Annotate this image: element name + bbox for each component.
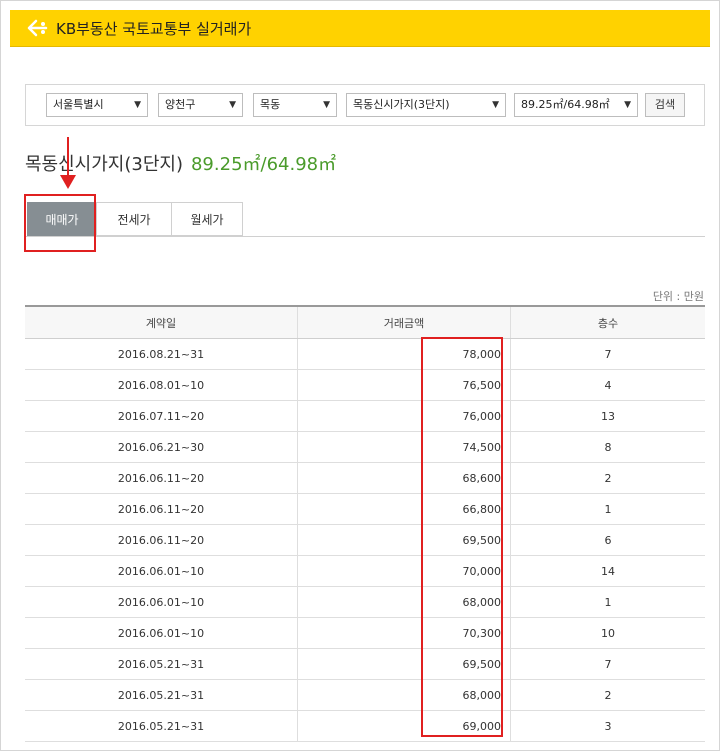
row-floor: 4 (510, 369, 705, 401)
row-date: 2016.07.11~20 (25, 400, 298, 432)
row-floor: 7 (510, 648, 705, 680)
table-row: 2016.05.21~31 69,500 7 (25, 648, 705, 680)
table-header-row: 계약일 거래금액 층수 (25, 305, 705, 339)
table-row: 2016.05.21~31 69,000 3 (25, 710, 705, 742)
city-select[interactable]: 서울특별시 ▼ (46, 93, 148, 117)
row-date: 2016.05.21~31 (25, 679, 298, 711)
dong-select[interactable]: 목동 ▼ (253, 93, 337, 117)
annotation-arrow (67, 137, 69, 177)
table-row: 2016.06.01~10 70,000 14 (25, 555, 705, 587)
table-row: 2016.06.11~20 69,500 6 (25, 524, 705, 556)
page-title: 목동신시가지(3단지) 89.25㎡/64.98㎡ (25, 150, 336, 176)
chevron-down-icon: ▼ (624, 100, 631, 110)
row-date: 2016.06.11~20 (25, 462, 298, 494)
row-floor: 6 (510, 524, 705, 556)
chevron-down-icon: ▼ (134, 100, 141, 110)
table-row: 2016.08.21~31 78,000 7 (25, 338, 705, 370)
row-floor: 13 (510, 400, 705, 432)
table-row: 2016.07.11~20 76,000 13 (25, 400, 705, 432)
complex-name: 목동신시가지(3단지) (25, 154, 183, 175)
row-floor: 7 (510, 338, 705, 370)
row-floor: 2 (510, 462, 705, 494)
row-date: 2016.06.21~30 (25, 431, 298, 463)
row-date: 2016.06.01~10 (25, 555, 298, 587)
annotation-highlight-tab (24, 194, 96, 252)
column-header-floor: 층수 (510, 305, 705, 339)
area-select[interactable]: 89.25㎡/64.98㎡ ▼ (514, 93, 638, 117)
row-date: 2016.08.21~31 (25, 338, 298, 370)
row-date: 2016.06.11~20 (25, 524, 298, 556)
row-date: 2016.08.01~10 (25, 369, 298, 401)
table-row: 2016.06.11~20 68,600 2 (25, 462, 705, 494)
row-date: 2016.06.01~10 (25, 617, 298, 649)
unit-note: 단위 : 만원 (652, 290, 704, 303)
table-row: 2016.08.01~10 76,500 4 (25, 369, 705, 401)
row-floor: 10 (510, 617, 705, 649)
row-floor: 14 (510, 555, 705, 587)
header-bar: KB부동산 국토교통부 실거래가 (10, 10, 710, 47)
transaction-table: 계약일 거래금액 층수 2016.08.21~31 78,000 7 2016.08.… (25, 305, 705, 742)
chevron-down-icon: ▼ (229, 100, 236, 110)
table-row: 2016.05.21~31 68,000 2 (25, 679, 705, 711)
table-row: 2016.06.01~10 68,000 1 (25, 586, 705, 618)
kb-logo-icon (27, 19, 48, 37)
row-floor: 2 (510, 679, 705, 711)
district-select-value: 양천구 (165, 98, 196, 111)
tab-monthly-rent[interactable]: 월세가 (171, 202, 243, 236)
row-date: 2016.06.01~10 (25, 586, 298, 618)
complex-select-value: 목동신시가지(3단지) (353, 98, 450, 111)
column-header-date: 계약일 (25, 305, 298, 339)
table-row: 2016.06.11~20 66,800 1 (25, 493, 705, 525)
row-floor: 1 (510, 493, 705, 525)
row-date: 2016.06.11~20 (25, 493, 298, 525)
area-label: 89.25㎡/64.98㎡ (190, 154, 337, 175)
table-row: 2016.06.21~30 74,500 8 (25, 431, 705, 463)
row-date: 2016.05.21~31 (25, 710, 298, 742)
row-floor: 8 (510, 431, 705, 463)
city-select-value: 서울특별시 (53, 98, 104, 111)
column-header-price: 거래금액 (297, 305, 511, 339)
search-button[interactable]: 검색 (645, 93, 685, 117)
annotation-arrow-head (60, 175, 76, 189)
row-floor: 3 (510, 710, 705, 742)
area-select-value: 89.25㎡/64.98㎡ (521, 98, 610, 111)
chevron-down-icon: ▼ (323, 100, 330, 110)
tab-jeonse[interactable]: 전세가 (96, 202, 172, 236)
district-select[interactable]: 양천구 ▼ (158, 93, 243, 117)
complex-select[interactable]: 목동신시가지(3단지) ▼ (346, 93, 506, 117)
row-floor: 1 (510, 586, 705, 618)
table-row: 2016.06.01~10 70,300 10 (25, 617, 705, 649)
dong-select-value: 목동 (260, 98, 281, 111)
header-title: KB부동산 국토교통부 실거래가 (56, 20, 252, 38)
chevron-down-icon: ▼ (492, 100, 499, 110)
tab-divider (25, 236, 705, 237)
annotation-highlight-prices (421, 337, 503, 737)
row-date: 2016.05.21~31 (25, 648, 298, 680)
filter-bar: 서울특별시 ▼ 양천구 ▼ 목동 ▼ 목동신시가지(3단지) ▼ 89.25㎡/… (25, 84, 705, 126)
